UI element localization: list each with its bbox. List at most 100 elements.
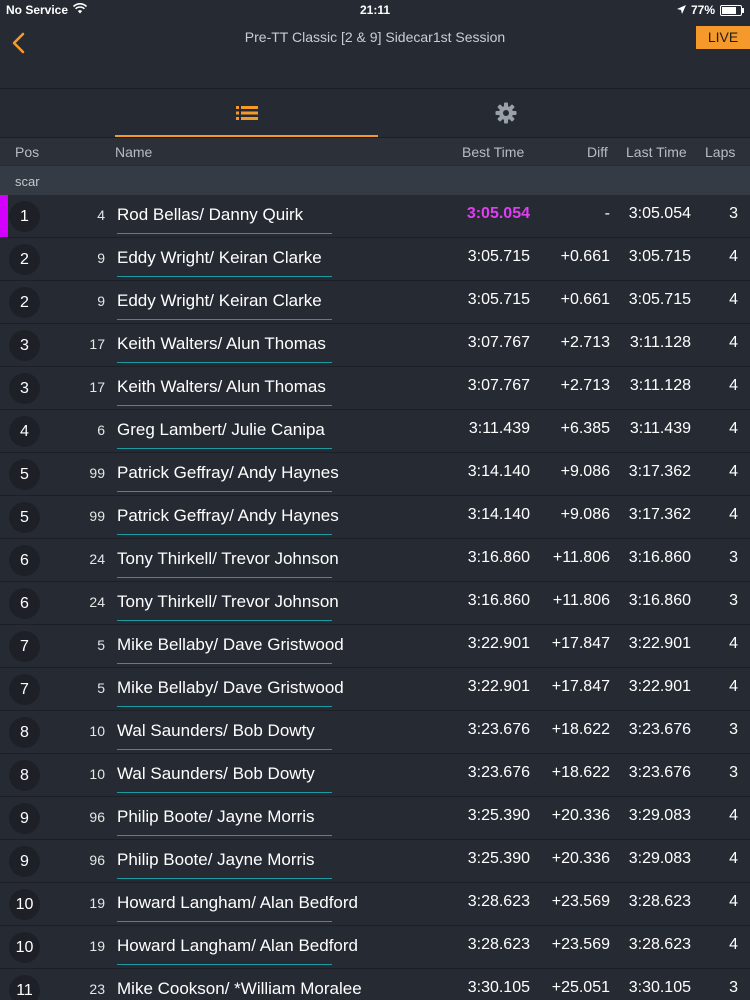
- result-row[interactable]: 4 6 Greg Lambert/ Julie Canipa 3:11.439 +6.3…: [0, 410, 750, 453]
- lap-count: 4: [729, 807, 738, 824]
- result-row[interactable]: 6 24 Tony Thirkell/ Trevor Johnson 3:16.860…: [0, 582, 750, 625]
- last-time: 3:28.623: [628, 893, 691, 910]
- result-row[interactable]: 10 19 Howard Langham/ Alan Bedford 3:28.623…: [0, 883, 750, 926]
- rider-names: Mike Bellaby/ Dave Gristwood: [117, 678, 344, 697]
- result-row[interactable]: 2 9 Eddy Wright/ Keiran Clarke 3:05.715 +0.6…: [0, 281, 750, 324]
- result-row[interactable]: 9 96 Philip Boote/ Jayne Morris 3:25.390 +20…: [0, 797, 750, 840]
- status-bar: No Service 21:11 77%: [0, 0, 750, 20]
- result-row[interactable]: 2 9 Eddy Wright/ Keiran Clarke 3:05.715 +0.6…: [0, 238, 750, 281]
- lap-count: 4: [729, 678, 738, 695]
- result-row[interactable]: 11 23 Mike Cookson/ *William Moralee 3:30.1…: [0, 969, 750, 1000]
- position-badge: 9: [9, 803, 40, 834]
- result-row[interactable]: 7 5 Mike Bellaby/ Dave Gristwood 3:22.901 +1…: [0, 668, 750, 711]
- col-laps[interactable]: Laps: [705, 144, 735, 160]
- lap-count: 3: [729, 979, 738, 996]
- name-underline: [117, 534, 332, 535]
- position-badge: 5: [9, 459, 40, 490]
- lap-count: 4: [729, 893, 738, 910]
- lap-count: 4: [729, 635, 738, 652]
- location-arrow-icon: [676, 3, 686, 17]
- last-time: 3:05.715: [628, 291, 691, 308]
- rider-names: Philip Boote/ Jayne Morris: [117, 807, 315, 826]
- leader-indicator: [0, 195, 8, 237]
- name-underline: [117, 964, 332, 965]
- position-badge: 3: [9, 373, 40, 404]
- tab-results-list[interactable]: [115, 89, 378, 137]
- lap-count: 4: [729, 334, 738, 351]
- name-underline: [117, 276, 332, 277]
- live-button[interactable]: LIVE: [696, 26, 750, 49]
- col-last-time[interactable]: Last Time: [626, 144, 687, 160]
- col-best-time[interactable]: Best Time: [462, 144, 524, 160]
- result-row[interactable]: 5 99 Patrick Geffray/ Andy Haynes 3:14.140 +…: [0, 453, 750, 496]
- last-time: 3:17.362: [628, 506, 691, 523]
- race-number: 17: [89, 336, 105, 352]
- race-number: 99: [89, 508, 105, 524]
- best-time: 3:05.054: [466, 205, 530, 222]
- last-time: 3:11.128: [629, 334, 691, 351]
- col-name[interactable]: Name: [115, 144, 152, 160]
- rider-names: Philip Boote/ Jayne Morris: [117, 850, 315, 869]
- result-row[interactable]: 5 99 Patrick Geffray/ Andy Haynes 3:14.140 +…: [0, 496, 750, 539]
- tab-settings[interactable]: [378, 89, 633, 137]
- last-time: 3:30.105: [628, 979, 691, 996]
- race-number: 23: [89, 981, 105, 997]
- column-header: Pos Name Best Time Diff Last Time Laps: [0, 138, 750, 165]
- race-number: 19: [89, 895, 105, 911]
- lap-count: 4: [729, 506, 738, 523]
- gap-diff: +9.086: [560, 506, 610, 523]
- gap-diff: +20.336: [551, 850, 610, 867]
- col-pos[interactable]: Pos: [15, 144, 39, 160]
- best-time: 3:23.676: [467, 764, 530, 781]
- list-icon: [235, 106, 258, 120]
- rider-names: Mike Cookson/ *William Moralee: [117, 979, 362, 998]
- position-badge: 5: [9, 502, 40, 533]
- result-row[interactable]: 7 5 Mike Bellaby/ Dave Gristwood 3:22.901 +1…: [0, 625, 750, 668]
- best-time: 3:30.105: [467, 979, 530, 996]
- result-row[interactable]: 10 19 Howard Langham/ Alan Bedford 3:28.623…: [0, 926, 750, 969]
- name-underline: [117, 749, 332, 750]
- result-row[interactable]: 9 96 Philip Boote/ Jayne Morris 3:25.390 +20…: [0, 840, 750, 883]
- position-badge: 6: [9, 545, 40, 576]
- gap-diff: +0.661: [560, 248, 610, 265]
- name-underline: [117, 362, 332, 363]
- last-time: 3:16.860: [628, 549, 691, 566]
- rider-names: Keith Walters/ Alun Thomas: [117, 334, 326, 353]
- col-diff[interactable]: Diff: [587, 144, 608, 160]
- result-row[interactable]: 8 10 Wal Saunders/ Bob Dowty 3:23.676 +18.62…: [0, 711, 750, 754]
- class-label: scar: [15, 174, 40, 189]
- result-row[interactable]: 3 17 Keith Walters/ Alun Thomas 3:07.767 +2.…: [0, 324, 750, 367]
- gap-diff: +17.847: [551, 635, 610, 652]
- name-underline: [117, 233, 332, 234]
- results-list[interactable]: 1 4 Rod Bellas/ Danny Quirk 3:05.054 - 3:05.0…: [0, 195, 750, 1000]
- best-time: 3:25.390: [467, 807, 530, 824]
- name-underline: [117, 706, 332, 707]
- result-row[interactable]: 6 24 Tony Thirkell/ Trevor Johnson 3:16.860…: [0, 539, 750, 582]
- lap-count: 4: [729, 420, 738, 437]
- race-number: 99: [89, 465, 105, 481]
- last-time: 3:22.901: [628, 678, 691, 695]
- name-underline: [117, 491, 332, 492]
- last-time: 3:05.715: [628, 248, 691, 265]
- position-badge: 11: [9, 975, 40, 1000]
- rider-names: Eddy Wright/ Keiran Clarke: [117, 291, 322, 310]
- gap-diff: +0.661: [560, 291, 610, 308]
- gap-diff: +9.086: [560, 463, 610, 480]
- active-tab-indicator: [115, 135, 378, 137]
- result-row[interactable]: 1 4 Rod Bellas/ Danny Quirk 3:05.054 - 3:05.0…: [0, 195, 750, 238]
- rider-names: Wal Saunders/ Bob Dowty: [117, 764, 315, 783]
- last-time: 3:16.860: [628, 592, 691, 609]
- result-row[interactable]: 3 17 Keith Walters/ Alun Thomas 3:07.767 +2.…: [0, 367, 750, 410]
- best-time: 3:05.715: [467, 291, 530, 308]
- gap-diff: +23.569: [551, 893, 610, 910]
- last-time: 3:05.054: [628, 205, 691, 222]
- battery-percent: 77%: [690, 3, 715, 17]
- best-time: 3:07.767: [467, 334, 530, 351]
- rider-names: Tony Thirkell/ Trevor Johnson: [117, 592, 339, 611]
- gap-diff: +2.713: [560, 377, 610, 394]
- result-row[interactable]: 8 10 Wal Saunders/ Bob Dowty 3:23.676 +18.62…: [0, 754, 750, 797]
- rider-names: Eddy Wright/ Keiran Clarke: [117, 248, 322, 267]
- gap-diff: +23.569: [551, 936, 610, 953]
- lap-count: 4: [729, 377, 738, 394]
- gap-diff: +17.847: [551, 678, 610, 695]
